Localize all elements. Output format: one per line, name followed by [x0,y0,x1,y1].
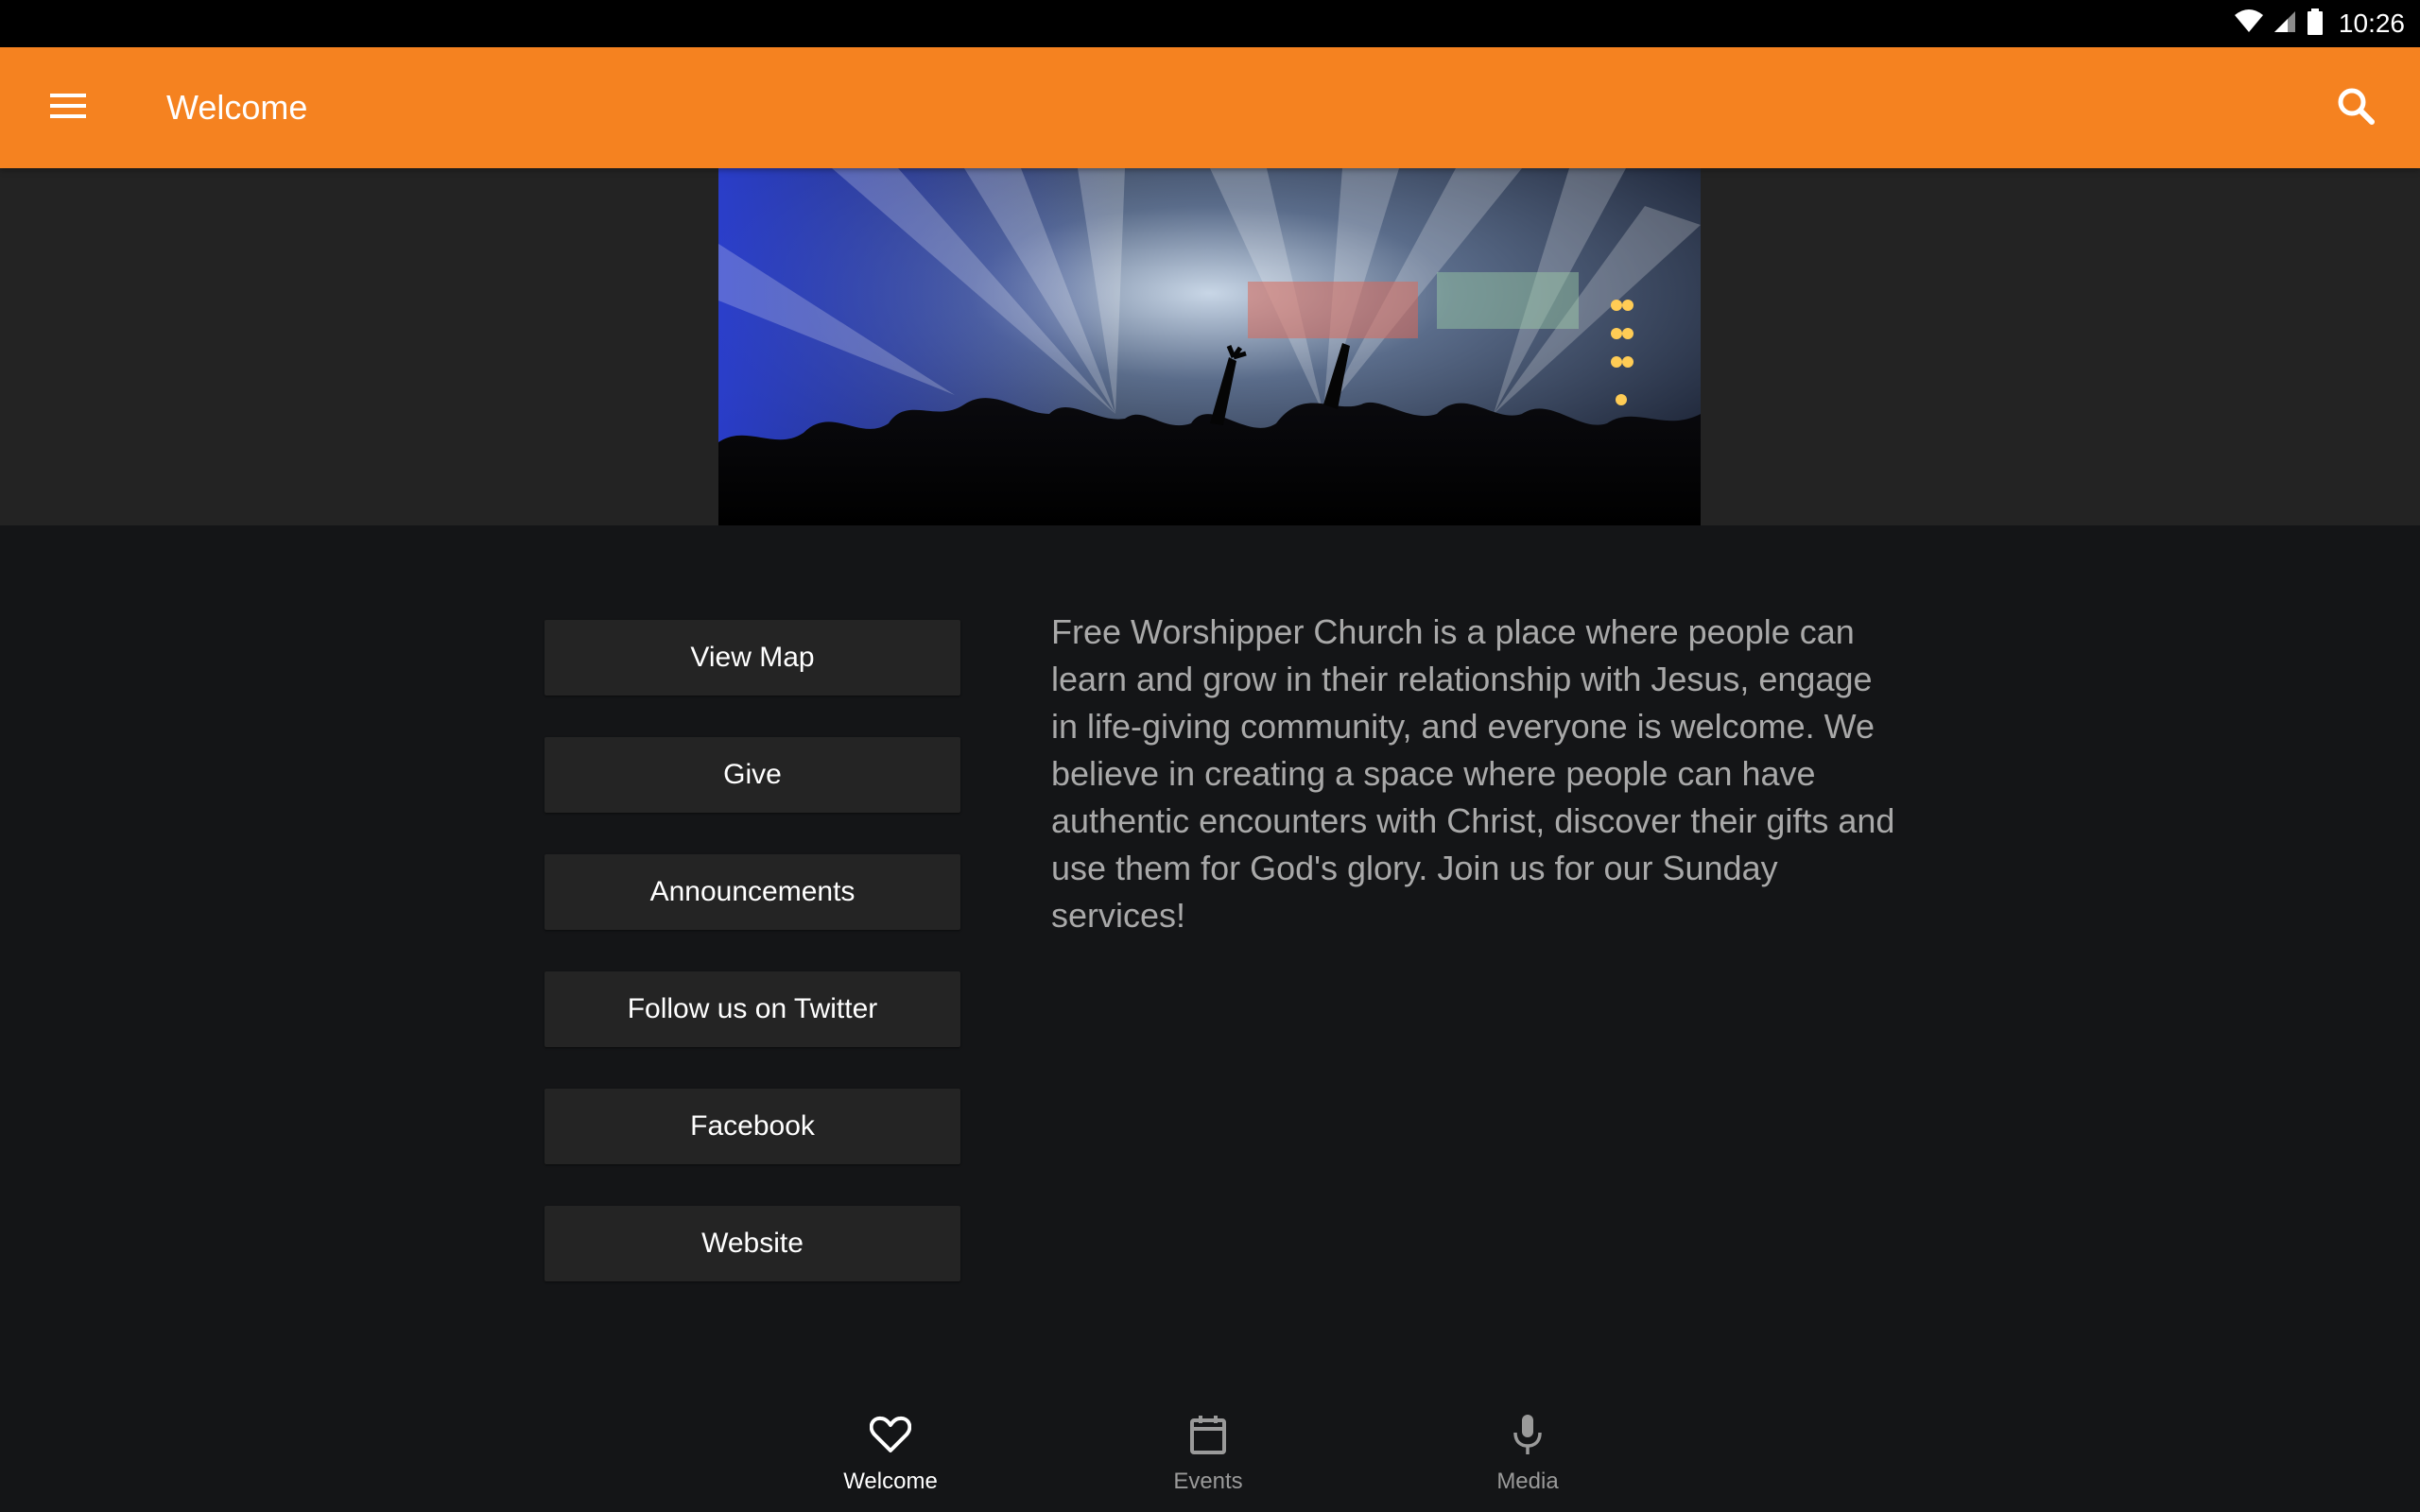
microphone-icon [1512,1408,1544,1461]
give-button[interactable]: Give [544,737,960,813]
announcements-button[interactable]: Announcements [544,854,960,930]
content-area: View Map Give Announcements Follow us on… [0,525,2420,1389]
nav-media[interactable]: Media [1433,1408,1622,1512]
battery-icon [2307,8,2324,40]
bottom-navigation: Welcome Events Media [0,1389,2420,1512]
hero-image [718,168,1701,525]
facebook-button[interactable]: Facebook [544,1089,960,1164]
status-time: 10:26 [2338,9,2405,38]
cell-signal-icon [2273,9,2297,39]
view-map-button[interactable]: View Map [544,620,960,696]
nav-welcome-label: Welcome [843,1469,938,1494]
status-bar: 10:26 [0,0,2420,47]
nav-events-label: Events [1173,1469,1243,1494]
nav-media-label: Media [1496,1469,1559,1494]
link-button-column: View Map Give Announcements Follow us on… [544,620,960,1323]
page-title: Welcome [166,88,308,127]
app-bar: Welcome [0,47,2420,168]
status-icons: 10:26 [2234,0,2405,47]
calendar-icon [1189,1408,1227,1461]
wifi-icon [2234,9,2263,39]
search-button[interactable] [2325,77,2386,138]
hero-strip [0,168,2420,525]
church-description: Free Worshipper Church is a place where … [1051,612,1895,935]
nav-welcome[interactable]: Welcome [796,1408,985,1512]
twitter-button[interactable]: Follow us on Twitter [544,971,960,1047]
menu-button[interactable] [38,77,98,138]
hamburger-menu-icon [50,93,86,124]
heart-icon [870,1408,911,1461]
website-button[interactable]: Website [544,1206,960,1281]
nav-events[interactable]: Events [1114,1408,1303,1512]
search-icon [2337,87,2375,129]
